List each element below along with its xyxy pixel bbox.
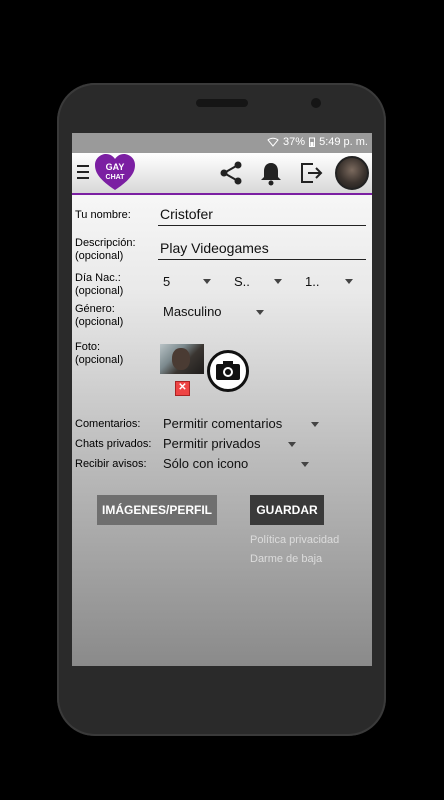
logo-text-gay: GAY: [106, 162, 125, 172]
chevron-down-icon[interactable]: [301, 462, 309, 467]
unsubscribe-link[interactable]: Darme de baja: [250, 553, 322, 565]
birth-label-text: Día Nac.:: [75, 272, 121, 284]
description-input[interactable]: Play Videogames: [160, 240, 269, 256]
menu-icon[interactable]: [77, 165, 89, 181]
name-label: Tu nombre:: [75, 209, 131, 221]
chevron-down-icon[interactable]: [256, 310, 264, 315]
camera-button[interactable]: [207, 350, 249, 392]
comments-label: Comentarios:: [75, 418, 141, 430]
gender-select[interactable]: Masculino: [163, 304, 222, 319]
chevron-down-icon[interactable]: [274, 279, 282, 284]
app-screen: 37% 5:49 p. m. GAY CHAT Tu nombre: Crist…: [72, 133, 372, 666]
photo-label-text: Foto:: [75, 341, 101, 353]
gay-chat-logo[interactable]: GAY CHAT: [94, 154, 136, 192]
private-chats-label: Chats privados:: [75, 438, 152, 450]
phone-speaker: [196, 99, 248, 107]
notifications-label: Recibir avisos:: [75, 458, 147, 470]
logout-icon[interactable]: [298, 160, 324, 186]
name-underline: [158, 225, 366, 226]
status-time: 5:49 p. m.: [319, 136, 368, 148]
battery-icon: [309, 137, 316, 147]
description-optional: (opcional): [75, 250, 124, 262]
privacy-policy-link[interactable]: Política privacidad: [250, 534, 339, 546]
bell-icon[interactable]: [258, 160, 284, 186]
comments-select[interactable]: Permitir comentarios: [163, 416, 282, 431]
birth-year-select[interactable]: 1..: [305, 274, 319, 289]
description-underline: [158, 259, 366, 260]
chevron-down-icon[interactable]: [345, 279, 353, 284]
avatar[interactable]: [335, 156, 369, 190]
battery-percent: 37%: [283, 136, 306, 148]
gender-label-text: Género:: [75, 303, 115, 315]
notifications-select[interactable]: Sólo con icono: [163, 456, 248, 471]
photo-optional: (opcional): [75, 354, 124, 366]
save-button[interactable]: GUARDAR: [250, 495, 324, 525]
birth-optional: (opcional): [75, 285, 124, 297]
camera-icon: [216, 361, 240, 380]
images-profile-button[interactable]: IMÁGENES/PERFIL: [97, 495, 217, 525]
wifi-icon: [267, 137, 279, 147]
delete-photo-icon[interactable]: ✕: [175, 381, 190, 396]
birth-month-select[interactable]: S..: [234, 274, 250, 289]
description-label-text: Descripción:: [75, 237, 136, 249]
phone-front-camera: [311, 98, 321, 108]
birth-day-select[interactable]: 5: [163, 274, 170, 289]
private-chats-select[interactable]: Permitir privados: [163, 436, 261, 451]
name-input[interactable]: Cristofer: [160, 206, 213, 222]
chevron-down-icon[interactable]: [288, 442, 296, 447]
status-bar: 37% 5:49 p. m.: [72, 133, 372, 153]
description-label: Descripción: (opcional): [75, 237, 136, 263]
chevron-down-icon[interactable]: [311, 422, 319, 427]
chevron-down-icon[interactable]: [203, 279, 211, 284]
profile-photo-thumbnail[interactable]: [160, 344, 204, 374]
gender-label: Género: (opcional): [75, 303, 123, 329]
logo-text-chat: CHAT: [106, 174, 126, 181]
photo-label: Foto: (opcional): [75, 341, 123, 367]
birth-label: Día Nac.: (opcional): [75, 272, 123, 298]
app-bar: GAY CHAT: [72, 153, 372, 195]
gender-optional: (opcional): [75, 316, 124, 328]
share-icon[interactable]: [218, 160, 244, 186]
